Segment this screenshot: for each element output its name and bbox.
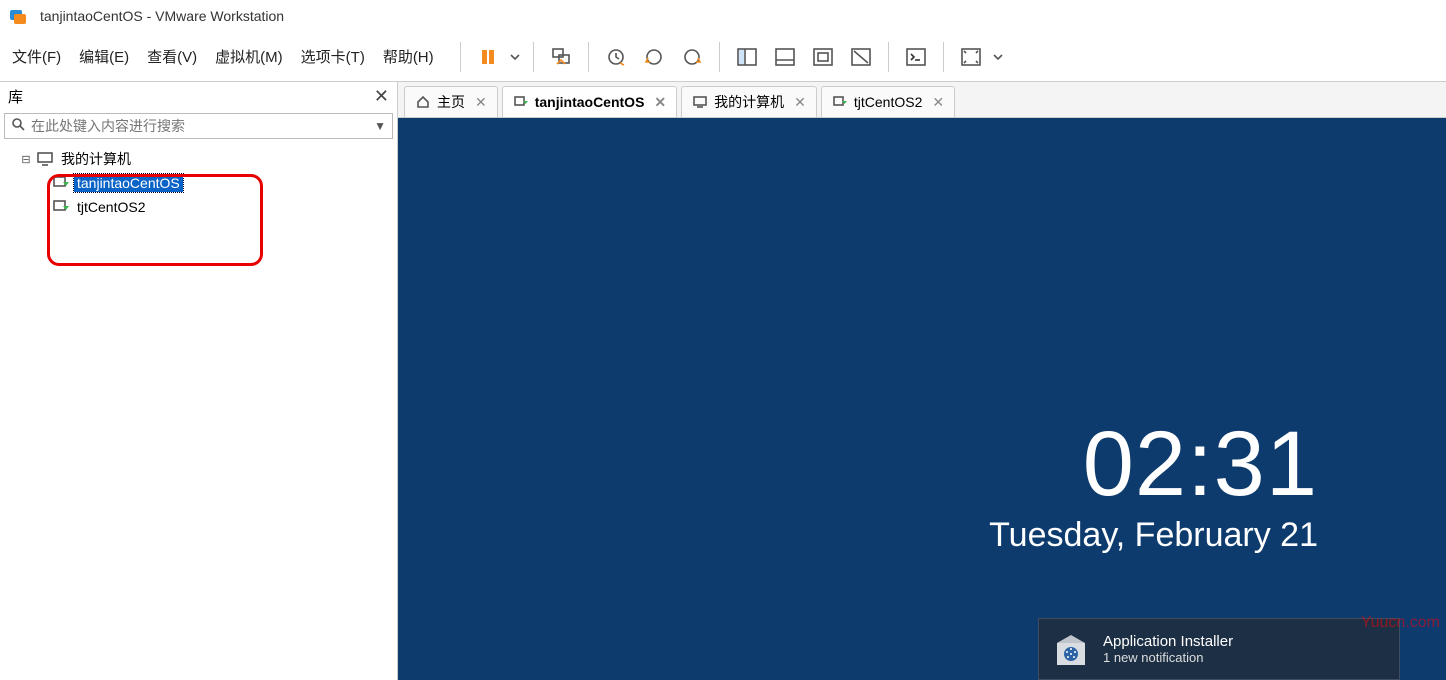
lockscreen-date: Tuesday, February 21 <box>989 516 1318 555</box>
vm-guest-display[interactable]: 02:31 Tuesday, February 21 Application I… <box>398 118 1446 680</box>
toolbar-separator <box>588 42 589 72</box>
tree-root-my-computer[interactable]: ⊟ 我的计算机 <box>4 147 393 171</box>
vm-running-icon <box>52 176 70 190</box>
tree-root-label: 我的计算机 <box>58 148 134 170</box>
tree-item-tanjintaocentos[interactable]: tanjintaoCentOS <box>4 171 393 195</box>
toolbar-separator <box>888 42 889 72</box>
toolbar-separator <box>460 42 461 72</box>
revert-snapshot-button[interactable] <box>637 40 671 74</box>
lockscreen-time: 02:31 <box>989 418 1318 510</box>
home-icon <box>415 94 431 110</box>
menubar-row: 文件(F) 编辑(E) 查看(V) 虚拟机(M) 选项卡(T) 帮助(H) <box>0 32 1446 82</box>
menu-vm[interactable]: 虚拟机(M) <box>215 46 283 67</box>
main-area: 库 ✕ ▼ ⊟ 我的计算机 tanjintaoCentOS <box>0 82 1446 680</box>
installer-icon <box>1051 629 1091 669</box>
menu-view[interactable]: 查看(V) <box>147 46 197 67</box>
tree-collapse-icon[interactable]: ⊟ <box>20 153 32 166</box>
tab-tjtcentos2[interactable]: tjtCentOS2 ✕ <box>821 86 955 117</box>
fullscreen-button[interactable] <box>954 40 988 74</box>
menu-bar: 文件(F) 编辑(E) 查看(V) 虚拟机(M) 选项卡(T) 帮助(H) <box>8 46 434 67</box>
window-titlebar: tanjintaoCentOS - VMware Workstation <box>0 0 1446 32</box>
menu-tabs[interactable]: 选项卡(T) <box>301 46 365 67</box>
monitor-icon <box>36 152 54 166</box>
tab-home[interactable]: 主页 ✕ <box>404 86 498 117</box>
pause-button[interactable] <box>471 40 505 74</box>
library-title: 库 <box>8 86 23 107</box>
vmware-app-icon <box>8 6 28 26</box>
stretch-guest-button[interactable] <box>844 40 878 74</box>
notification-text: Application Installer 1 new notification <box>1103 633 1233 665</box>
snapshot-manager-button[interactable] <box>675 40 709 74</box>
lockscreen-clock: 02:31 Tuesday, February 21 <box>989 418 1318 555</box>
toolbar-separator <box>943 42 944 72</box>
library-search-input[interactable] <box>31 118 374 134</box>
menu-help[interactable]: 帮助(H) <box>383 46 434 67</box>
thumbnail-bar-button[interactable] <box>768 40 802 74</box>
tab-my-computer[interactable]: 我的计算机 ✕ <box>681 86 817 117</box>
notification-title: Application Installer <box>1103 633 1233 650</box>
toolbar <box>454 40 1006 74</box>
library-header: 库 ✕ <box>0 82 397 111</box>
show-library-button[interactable] <box>730 40 764 74</box>
notification-subtitle: 1 new notification <box>1103 650 1233 665</box>
monitor-icon <box>692 94 708 110</box>
library-search[interactable]: ▼ <box>4 113 393 139</box>
tab-bar: 主页 ✕ tanjintaoCentOS ✕ 我的计算机 ✕ <box>398 82 1446 118</box>
library-tree: ⊟ 我的计算机 tanjintaoCentOS tjtCentOS2 <box>0 141 397 225</box>
toolbar-separator <box>719 42 720 72</box>
show-console-button[interactable] <box>806 40 840 74</box>
tab-close-icon[interactable]: ✕ <box>932 94 944 111</box>
library-close-button[interactable]: ✕ <box>374 86 389 107</box>
fullscreen-dropdown[interactable] <box>990 40 1006 74</box>
search-dropdown-icon[interactable]: ▼ <box>374 119 386 133</box>
tab-label: tjtCentOS2 <box>854 94 922 110</box>
tree-item-label: tanjintaoCentOS <box>74 174 183 192</box>
enter-unity-button[interactable] <box>899 40 933 74</box>
send-ctrl-alt-del-button[interactable] <box>544 40 578 74</box>
tab-close-icon[interactable]: ✕ <box>654 94 666 111</box>
tab-label: 我的计算机 <box>714 92 784 112</box>
snapshot-button[interactable] <box>599 40 633 74</box>
window-title: tanjintaoCentOS - VMware Workstation <box>40 8 284 24</box>
watermark-text: Yuucn.com <box>1361 614 1440 632</box>
search-icon <box>11 117 25 136</box>
tab-tanjintaocentos[interactable]: tanjintaoCentOS ✕ <box>502 86 677 117</box>
tab-label: tanjintaoCentOS <box>535 94 645 110</box>
tab-label: 主页 <box>437 92 465 112</box>
menu-edit[interactable]: 编辑(E) <box>79 46 129 67</box>
toolbar-separator <box>533 42 534 72</box>
power-dropdown[interactable] <box>507 40 523 74</box>
tab-close-icon[interactable]: ✕ <box>475 94 487 111</box>
vm-running-icon <box>513 94 529 110</box>
vm-running-icon <box>52 200 70 214</box>
tab-close-icon[interactable]: ✕ <box>794 94 806 111</box>
menu-file[interactable]: 文件(F) <box>12 46 61 67</box>
content-wrap: 主页 ✕ tanjintaoCentOS ✕ 我的计算机 ✕ <box>398 82 1446 680</box>
tree-item-label: tjtCentOS2 <box>74 198 148 216</box>
vm-running-icon <box>832 94 848 110</box>
notification-card[interactable]: Application Installer 1 new notification <box>1038 618 1400 680</box>
tree-item-tjtcentos2[interactable]: tjtCentOS2 <box>4 195 393 219</box>
library-panel: 库 ✕ ▼ ⊟ 我的计算机 tanjintaoCentOS <box>0 82 398 680</box>
